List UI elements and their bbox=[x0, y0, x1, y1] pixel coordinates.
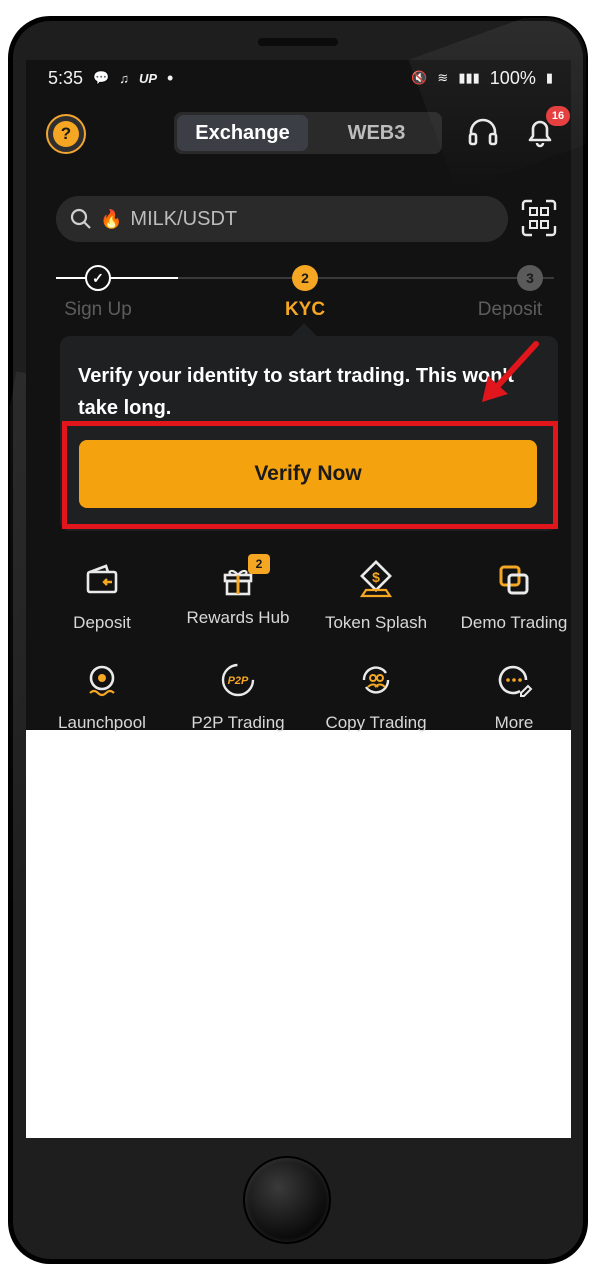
phone-screen: 5:35 💬 ♫ UP • 🔇 ≋ ▮▮▮ 100% ▮ ? Exchange … bbox=[26, 60, 571, 1138]
shortcut-p2p-trading[interactable]: P2P P2P Trading bbox=[170, 660, 306, 733]
step-label-sign-up: Sign Up bbox=[64, 299, 132, 320]
onboarding-steps: ✓ Sign Up 2 KYC 3 Deposit bbox=[46, 265, 571, 325]
shortcut-demo-trading[interactable]: Demo Trading bbox=[446, 560, 571, 633]
step-label-kyc: KYC bbox=[284, 299, 326, 320]
shortcut-launchpool[interactable]: Launchpool bbox=[34, 660, 170, 733]
svg-text:$: $ bbox=[372, 569, 380, 585]
notification-badge: 16 bbox=[546, 106, 570, 126]
exchange-app: 5:35 💬 ♫ UP • 🔇 ≋ ▮▮▮ 100% ▮ ? Exchange … bbox=[26, 60, 571, 733]
avatar[interactable]: ? bbox=[46, 114, 86, 154]
shortcut-label: Token Splash bbox=[324, 613, 428, 632]
shortcut-label: P2P Trading bbox=[191, 713, 285, 732]
mute-icon: 🔇 bbox=[411, 70, 428, 85]
wallet-icon bbox=[86, 564, 118, 594]
search-input[interactable]: 🔥 MILK/USDT bbox=[56, 196, 508, 242]
verify-now-button[interactable]: Verify Now bbox=[79, 440, 537, 508]
step-label-deposit: Deposit bbox=[477, 299, 543, 320]
exchange-web3-toggle: Exchange WEB3 bbox=[174, 112, 442, 154]
annotation-arrow-icon bbox=[482, 341, 539, 402]
tab-exchange[interactable]: Exchange bbox=[177, 115, 308, 151]
launchpool-icon bbox=[89, 665, 115, 697]
step-number-kyc: 2 bbox=[292, 265, 318, 291]
step-number-deposit: 3 bbox=[517, 265, 543, 291]
tab-web3[interactable]: WEB3 bbox=[311, 112, 442, 154]
battery-percent: 100% bbox=[489, 67, 536, 88]
shortcut-label: Deposit bbox=[73, 613, 131, 632]
phone-frame: 5:35 💬 ♫ UP • 🔇 ≋ ▮▮▮ 100% ▮ ? Exchange … bbox=[10, 18, 586, 1262]
gift-icon-wrap: 2 bbox=[218, 554, 270, 600]
shortcut-more[interactable]: More bbox=[446, 660, 571, 733]
music-icon: ♫ bbox=[119, 70, 129, 86]
question-mark-icon: ? bbox=[53, 121, 79, 147]
phone-speaker bbox=[258, 38, 338, 46]
signal-icon: ▮▮▮ bbox=[458, 70, 480, 85]
shortcut-token-splash[interactable]: $ Token Splash bbox=[308, 560, 444, 633]
shortcut-rewards-hub[interactable]: 2 Rewards Hub bbox=[170, 554, 306, 628]
shortcut-label: Demo Trading bbox=[460, 613, 568, 632]
talk-bubble-icon: 💬 bbox=[93, 70, 110, 85]
shortcut-label: Copy Trading bbox=[325, 713, 427, 732]
home-button[interactable] bbox=[243, 1156, 331, 1244]
checkmark-icon: ✓ bbox=[85, 265, 111, 291]
copy-trading-icon bbox=[362, 666, 390, 694]
search-icon bbox=[70, 208, 91, 229]
shortcut-label: Launchpool bbox=[58, 713, 146, 732]
rewards-badge: 2 bbox=[248, 554, 270, 574]
more-icon bbox=[498, 665, 533, 697]
wifi-icon: ≋ bbox=[437, 70, 449, 85]
p2p-icon: P2P bbox=[221, 663, 255, 697]
step-line-done bbox=[56, 277, 178, 279]
demo-squares-icon bbox=[499, 565, 529, 595]
headset-icon[interactable] bbox=[466, 116, 500, 150]
top-bar: ? Exchange WEB3 16 bbox=[26, 106, 571, 164]
status-dot: • bbox=[167, 67, 174, 88]
battery-icon: ▮ bbox=[545, 70, 553, 85]
shortcut-copy-trading[interactable]: Copy Trading bbox=[308, 660, 444, 733]
shortcut-label: More bbox=[494, 713, 534, 732]
flame-icon: 🔥 bbox=[100, 208, 123, 229]
up-label: UP bbox=[138, 70, 158, 86]
shortcut-label: Rewards Hub bbox=[186, 608, 290, 627]
qr-scan-icon[interactable] bbox=[520, 198, 558, 238]
search-placeholder: MILK/USDT bbox=[130, 207, 238, 230]
shortcut-deposit[interactable]: Deposit bbox=[34, 560, 170, 633]
coin-splash-icon: $ bbox=[359, 560, 393, 598]
step-line-pending bbox=[178, 277, 554, 279]
svg-text:P2P: P2P bbox=[228, 675, 249, 687]
status-bar: 5:35 💬 ♫ UP • 🔇 ≋ ▮▮▮ 100% ▮ bbox=[26, 60, 571, 96]
status-time: 5:35 bbox=[48, 67, 84, 88]
bell-icon[interactable] bbox=[522, 114, 558, 150]
